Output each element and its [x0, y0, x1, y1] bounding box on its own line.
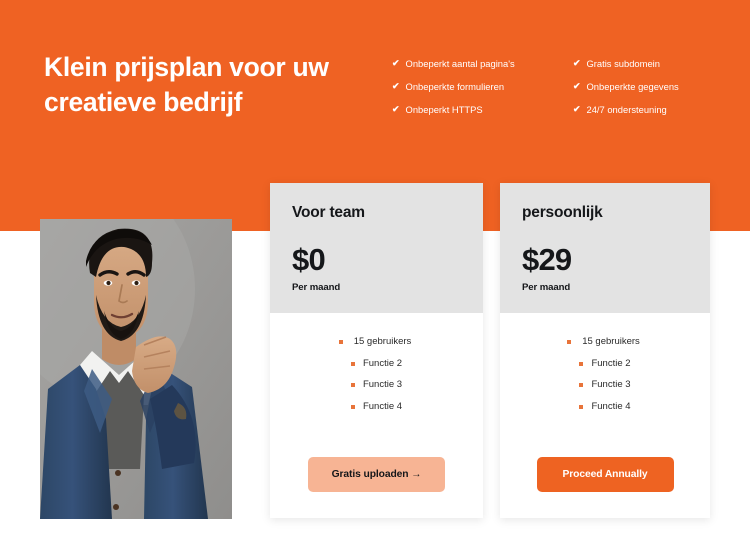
plan-feature-label: Functie 4 [591, 400, 631, 412]
plan-feature-item: 15 gebruikers [567, 333, 643, 352]
square-bullet-icon [579, 404, 584, 409]
check-icon: ✔ [572, 58, 581, 68]
square-bullet-icon [350, 383, 355, 388]
check-icon: ✔ [572, 103, 581, 114]
plan-feature-label: 15 gebruikers [582, 336, 640, 347]
plan-price: $0 [292, 242, 326, 277]
plan-cta-wrap: Proceed Annually [514, 457, 696, 518]
pricing-card-body: 15 gebruikers Functie 2 Functie 3 Functi… [500, 313, 710, 518]
hero-feature-column-left: ✔ Onbeperkt aantal pagina's ✔ Onbeperkte… [392, 58, 551, 115]
check-icon: ✔ [572, 80, 581, 91]
pricing-card-team[interactable]: Voor team $0 Per maand 15 gebruikers Fun… [270, 183, 483, 518]
plan-feature-label: Functie 2 [362, 357, 403, 369]
square-bullet-icon [350, 404, 355, 409]
page-title: Klein prijsplan voor uw creatieve bedrij… [44, 52, 329, 118]
hero-feature-label: Gratis subdomein [586, 58, 660, 69]
pricing-card-header: Voor team $0 Per maand [270, 183, 483, 313]
hero-feature-label: 24/7 ondersteuning [586, 103, 667, 115]
hero-feature-item: ✔ Onbeperkte formulieren [392, 81, 551, 93]
plan-feature-item: 15 gebruikers [338, 333, 415, 352]
hero-feature-column-right: ✔ Gratis subdomein ✔ Onbeperkte gegevens… [573, 58, 712, 115]
square-bullet-icon [350, 361, 355, 366]
plan-feature-item: Functie 2 [350, 355, 403, 374]
plan-feature-label: Functie 3 [591, 379, 631, 391]
hero-feature-label: Onbeperkte gegevens [586, 80, 679, 92]
square-bullet-icon [579, 361, 584, 366]
hero-feature-lists: ✔ Onbeperkt aantal pagina's ✔ Onbeperkte… [392, 58, 712, 115]
proceed-annually-button[interactable]: Proceed Annually [536, 457, 674, 492]
hero-feature-label: Onbeperkt HTTPS [405, 103, 483, 115]
plan-feature-list: 15 gebruikers Functie 2 Functie 3 Functi… [514, 333, 696, 416]
plan-feature-label: 15 gebruikers [353, 336, 412, 347]
check-icon: ✔ [392, 103, 400, 114]
plan-feature-label: Functie 3 [362, 379, 403, 391]
photo-illustration [40, 219, 232, 519]
plan-feature-item: Functie 2 [579, 355, 631, 374]
hero-feature-label: Onbeperkte formulieren [405, 80, 505, 92]
plan-name: persoonlijk [522, 204, 603, 221]
plan-feature-label: Functie 4 [362, 400, 403, 412]
square-bullet-icon [567, 340, 571, 344]
pricing-page: Klein prijsplan voor uw creatieve bedrij… [0, 0, 750, 554]
check-icon: ✔ [392, 80, 400, 91]
hero-feature-item: ✔ Gratis subdomein [573, 58, 712, 70]
upload-free-button[interactable]: Gratis uploaden → [307, 457, 446, 492]
plan-period: Per maand [292, 282, 341, 293]
pricing-card-body: 15 gebruikers Functie 2 Functie 3 Functi… [270, 313, 483, 518]
plan-name: Voor team [292, 204, 365, 221]
hero-feature-item: ✔ Onbeperkt aantal pagina's [392, 58, 551, 70]
hero-photo [40, 219, 232, 519]
plan-feature-list: 15 gebruikers Functie 2 Functie 3 Functi… [284, 333, 469, 416]
pricing-card-personal[interactable]: persoonlijk $29 Per maand 15 gebruikers … [500, 183, 710, 518]
hero-feature-item: ✔ Onbeperkt HTTPS [392, 104, 551, 116]
hero-feature-label: Onbeperkt aantal pagina's [405, 58, 515, 69]
hero-feature-item: ✔ Onbeperkte gegevens [573, 81, 712, 93]
square-bullet-icon [338, 340, 343, 344]
plan-feature-item: Functie 3 [350, 376, 403, 395]
hero-feature-item: ✔ 24/7 ondersteuning [573, 104, 712, 116]
plan-price: $29 [522, 242, 572, 277]
check-icon: ✔ [392, 58, 400, 68]
plan-feature-label: Functie 2 [591, 357, 631, 369]
square-bullet-icon [579, 383, 584, 388]
plan-period: Per maand [522, 282, 571, 293]
plan-cta-wrap: Gratis uploaden → [284, 457, 469, 518]
plan-feature-item: Functie 3 [579, 376, 631, 395]
pricing-card-header: persoonlijk $29 Per maand [500, 183, 710, 313]
plan-feature-item: Functie 4 [579, 398, 631, 417]
plan-feature-item: Functie 4 [350, 398, 403, 417]
